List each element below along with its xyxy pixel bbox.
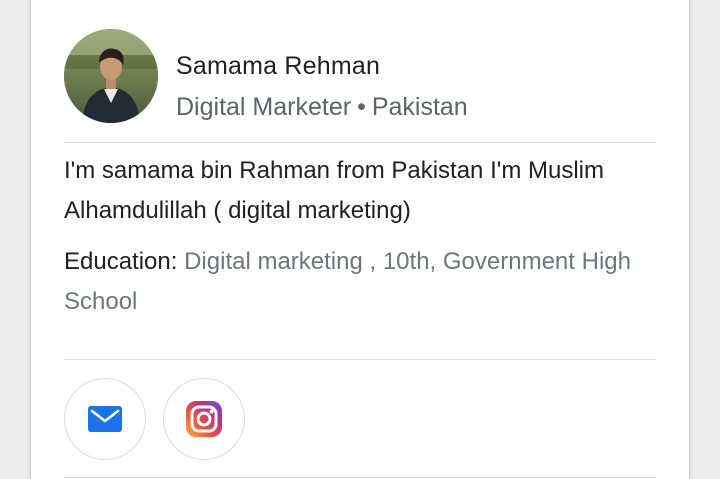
email-icon: [88, 406, 122, 432]
divider-bottom: [64, 477, 656, 478]
avatar-image: [64, 29, 158, 123]
avatar[interactable]: [64, 29, 158, 123]
email-button[interactable]: [64, 378, 146, 460]
divider-middle: [64, 359, 656, 360]
profile-meta: Digital Marketer • Pakistan: [176, 92, 468, 122]
page: Samama Rehman Digital Marketer • Pakistan …: [0, 0, 720, 479]
contact-actions: [64, 378, 245, 462]
profile-card: Samama Rehman Digital Marketer • Pakistan …: [31, 0, 689, 479]
instagram-icon: [186, 401, 222, 437]
profile-name: Samama Rehman: [176, 52, 381, 80]
profile-header: Samama Rehman Digital Marketer • Pakistan: [64, 29, 656, 129]
instagram-button[interactable]: [163, 378, 245, 460]
profile-bio: I'm samama bin Rahman from Pakistan I'm …: [64, 157, 604, 224]
education-row: Education: Digital marketing , 10th, Gov…: [64, 242, 664, 322]
divider-top: [64, 142, 656, 143]
profile-title: Digital Marketer: [176, 93, 352, 121]
education-label: Education:: [64, 248, 178, 275]
meta-separator: •: [357, 93, 366, 121]
profile-location: Pakistan: [371, 93, 468, 121]
